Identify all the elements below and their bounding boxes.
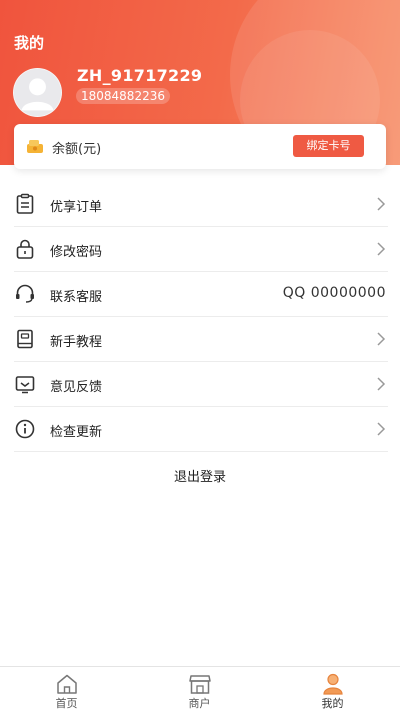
menu-item-feedback[interactable]: 意见反馈 — [14, 362, 388, 407]
order-icon — [14, 193, 36, 215]
store-icon — [189, 675, 211, 694]
menu-item-label: 检查更新 — [50, 425, 103, 440]
chevron-right-icon — [377, 197, 386, 211]
settings-menu: 优享订单 修改密码 联系客服 QQ 00000000 新手教程 意见反馈 检查更… — [14, 182, 388, 452]
tab-label: 商户 — [188, 697, 211, 710]
tab-label: 我的 — [321, 697, 344, 710]
menu-item-orders[interactable]: 优享订单 — [14, 182, 388, 227]
tab-merchant[interactable]: 商户 — [133, 667, 266, 711]
menu-item-tutorial[interactable]: 新手教程 — [14, 317, 388, 362]
menu-item-label: 新手教程 — [50, 335, 103, 350]
chevron-right-icon — [377, 377, 386, 391]
balance-label: 余额(元) — [52, 142, 102, 157]
menu-item-change-password[interactable]: 修改密码 — [14, 227, 388, 272]
tab-label: 首页 — [55, 697, 78, 710]
wallet-icon — [27, 140, 43, 153]
logout-button[interactable]: 退出登录 — [0, 466, 400, 485]
feedback-icon — [14, 373, 36, 395]
info-icon — [14, 418, 36, 440]
menu-item-customer-service[interactable]: 联系客服 QQ 00000000 — [14, 272, 388, 317]
chevron-right-icon — [377, 332, 386, 346]
phone-number: 18084882236 — [76, 88, 170, 104]
menu-item-label: 联系客服 — [50, 290, 103, 305]
user-icon — [323, 673, 343, 695]
tab-home[interactable]: 首页 — [0, 667, 133, 711]
lock-icon — [14, 238, 36, 260]
tab-profile[interactable]: 我的 — [266, 667, 399, 711]
chevron-right-icon — [377, 242, 386, 256]
headset-icon — [14, 283, 36, 305]
qq-contact: QQ 00000000 — [282, 285, 386, 301]
username: ZH_91717229 — [77, 66, 203, 85]
bind-card-button[interactable]: 绑定卡号 — [293, 135, 364, 157]
menu-item-label: 修改密码 — [50, 245, 103, 260]
home-icon — [57, 674, 77, 694]
menu-item-label: 优享订单 — [50, 200, 103, 215]
chevron-right-icon — [377, 422, 386, 436]
book-icon — [14, 328, 36, 350]
bottom-tab-bar: 首页 商户 我的 — [0, 666, 400, 711]
menu-item-check-update[interactable]: 检查更新 — [14, 407, 388, 452]
menu-item-label: 意见反馈 — [50, 380, 103, 395]
user-avatar-icon — [14, 69, 61, 116]
avatar[interactable] — [13, 68, 62, 117]
page-title: 我的 — [14, 34, 45, 52]
balance-card: 余额(元) 绑定卡号 — [14, 124, 386, 169]
